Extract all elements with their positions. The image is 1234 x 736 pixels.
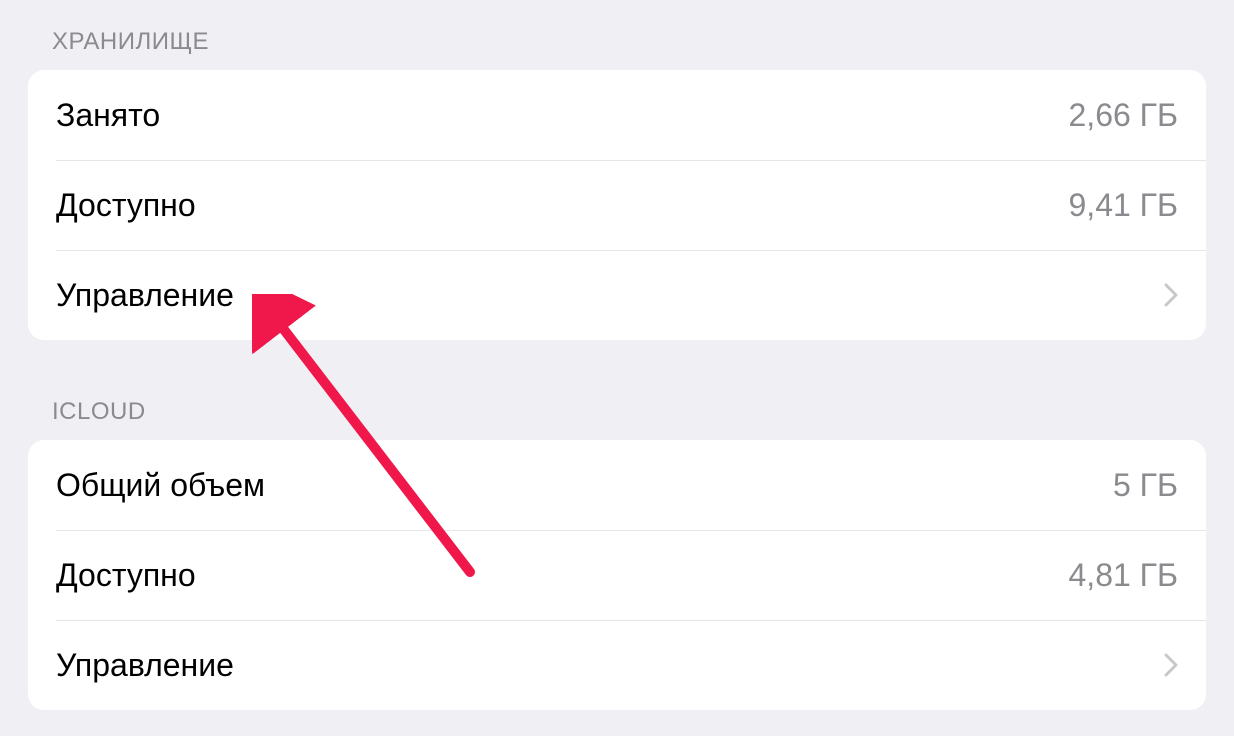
icloud-total-row: Общий объем 5 ГБ <box>28 440 1206 530</box>
icloud-section-header: ICLOUD <box>28 370 1206 440</box>
icloud-available-label: Доступно <box>56 557 196 594</box>
storage-used-row: Занято 2,66 ГБ <box>28 70 1206 160</box>
icloud-available-row: Доступно 4,81 ГБ <box>28 530 1206 620</box>
storage-card: Занято 2,66 ГБ Доступно 9,41 ГБ Управлен… <box>28 70 1206 340</box>
storage-available-row: Доступно 9,41 ГБ <box>28 160 1206 250</box>
icloud-total-value: 5 ГБ <box>1113 467 1178 504</box>
storage-used-label: Занято <box>56 97 160 134</box>
icloud-available-value: 4,81 ГБ <box>1069 557 1179 594</box>
storage-manage-label: Управление <box>56 277 234 314</box>
icloud-manage-label: Управление <box>56 647 234 684</box>
storage-manage-row[interactable]: Управление <box>28 250 1206 340</box>
chevron-right-icon <box>1164 653 1178 677</box>
icloud-manage-row[interactable]: Управление <box>28 620 1206 710</box>
icloud-total-label: Общий объем <box>56 467 265 504</box>
icloud-card: Общий объем 5 ГБ Доступно 4,81 ГБ Управл… <box>28 440 1206 710</box>
storage-used-value: 2,66 ГБ <box>1069 97 1179 134</box>
storage-available-value: 9,41 ГБ <box>1069 187 1179 224</box>
storage-section-header: ХРАНИЛИЩЕ <box>28 0 1206 70</box>
chevron-right-icon <box>1164 283 1178 307</box>
storage-available-label: Доступно <box>56 187 196 224</box>
